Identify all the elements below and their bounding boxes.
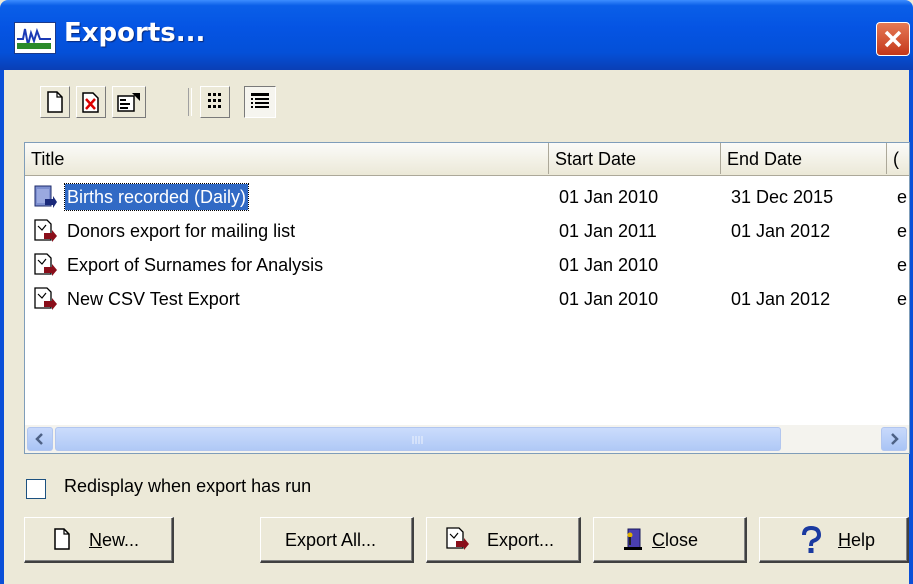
new-button-label: New...: [89, 530, 140, 550]
help-button-label: Help: [838, 530, 876, 550]
export-button[interactable]: Export...: [426, 517, 581, 563]
export-all-button[interactable]: Export All...: [260, 517, 414, 563]
scroll-right-button[interactable]: [881, 427, 907, 451]
export-button-label: Export...: [487, 530, 555, 550]
horizontal-scrollbar[interactable]: [25, 425, 909, 453]
large-icons-view-icon: [208, 93, 221, 108]
row-title: New CSV Test Export: [67, 289, 240, 309]
table-row[interactable]: Export of Surnames for Analysis 01 Jan 2…: [25, 249, 909, 282]
window-frame-left: [0, 70, 4, 584]
close-button-label: Close: [652, 530, 699, 550]
scroll-grip-icon: [412, 436, 423, 444]
row-title: Births recorded (Daily): [63, 183, 250, 211]
details-view-icon: [251, 93, 269, 108]
help-question-icon: [802, 526, 822, 553]
table-row[interactable]: New CSV Test Export 01 Jan 2010 01 Jan 2…: [25, 283, 909, 316]
exports-list[interactable]: Title Start Date End Date ( Births recor…: [24, 142, 910, 454]
table-row[interactable]: Births recorded (Daily) 01 Jan 2010 31 D…: [25, 181, 909, 214]
row-start-date: 01 Jan 2010: [559, 255, 659, 275]
row-start-date: 01 Jan 2010: [559, 187, 659, 207]
title-bar[interactable]: Exports...: [0, 0, 913, 70]
column-header-start-date[interactable]: Start Date: [549, 143, 721, 174]
large-icons-view-button[interactable]: [200, 86, 230, 118]
window-title: Exports...: [64, 18, 206, 48]
chevron-left-icon: [35, 433, 43, 445]
column-header-end-date[interactable]: End Date: [721, 143, 887, 174]
close-window-button[interactable]: [876, 22, 910, 56]
properties-icon: [117, 93, 140, 112]
table-row[interactable]: Donors export for mailing list 01 Jan 20…: [25, 215, 909, 248]
redisplay-label[interactable]: Redisplay when export has run: [64, 476, 311, 497]
scrollbar-thumb[interactable]: [55, 427, 781, 451]
close-button[interactable]: Close: [593, 517, 747, 563]
details-view-button[interactable]: [244, 86, 276, 118]
app-logo-icon: [14, 22, 56, 54]
row-extra: e: [897, 255, 908, 275]
row-extra: e: [897, 221, 908, 241]
row-end-date: 31 Dec 2015: [731, 187, 834, 207]
new-export-toolbar-button[interactable]: [40, 86, 70, 118]
row-start-date: 01 Jan 2010: [559, 289, 659, 309]
toolbar-separator: [188, 88, 192, 116]
close-door-icon: [624, 528, 642, 550]
column-header-extra[interactable]: (: [887, 143, 909, 174]
export-document-icon: [34, 185, 57, 208]
exports-window: Exports... Title Start Date End Date (B…: [0, 0, 913, 584]
delete-export-toolbar-button[interactable]: [76, 86, 106, 118]
export-all-button-label: Export All...: [285, 530, 377, 550]
export-document-icon: [34, 219, 57, 242]
close-icon: [884, 30, 902, 48]
redisplay-checkbox[interactable]: [26, 479, 46, 499]
list-header: Title Start Date End Date (: [25, 143, 909, 176]
row-extra: e: [897, 289, 908, 309]
row-end-date: 01 Jan 2012: [731, 289, 831, 309]
row-title: Donors export for mailing list: [67, 221, 296, 241]
properties-toolbar-button[interactable]: [112, 86, 146, 118]
new-document-icon: [54, 528, 70, 550]
scroll-left-button[interactable]: [27, 427, 53, 451]
export-document-icon: [446, 527, 469, 550]
row-start-date: 01 Jan 2011: [559, 221, 657, 241]
export-document-icon: [34, 287, 57, 310]
row-extra: e: [897, 187, 908, 207]
row-end-date: 01 Jan 2012: [731, 221, 831, 241]
new-document-icon: [47, 91, 63, 113]
row-title: Export of Surnames for Analysis: [67, 255, 324, 275]
delete-icon: [82, 92, 99, 113]
export-document-icon: [34, 253, 57, 276]
chevron-right-icon: [891, 433, 899, 445]
new-button[interactable]: New...: [24, 517, 174, 563]
help-button[interactable]: Help: [759, 517, 909, 563]
column-header-title[interactable]: Title: [25, 143, 549, 174]
